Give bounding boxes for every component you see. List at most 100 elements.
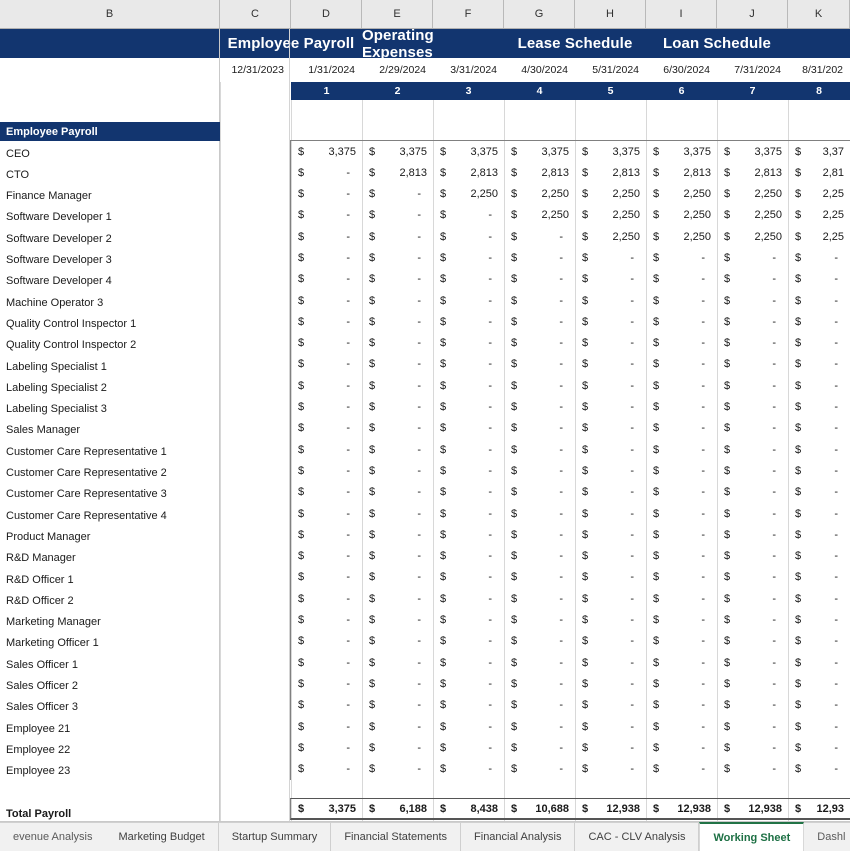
data-cell[interactable]: $ - — [363, 290, 434, 311]
data-cell[interactable]: $ - — [576, 418, 647, 439]
data-cell[interactable]: $ - — [789, 716, 850, 737]
column-header-k[interactable]: K — [788, 0, 850, 28]
data-cell[interactable]: $ - — [434, 588, 505, 609]
data-cell[interactable]: $ - — [576, 311, 647, 332]
data-cell[interactable]: $ - — [505, 333, 576, 354]
data-cell[interactable]: $ - — [434, 631, 505, 652]
column-header-d[interactable]: D — [291, 0, 362, 28]
data-cell[interactable]: $ - — [576, 652, 647, 673]
data-cell[interactable]: $ - — [292, 226, 363, 247]
data-cell[interactable]: $3,375 — [363, 141, 434, 162]
data-cell[interactable]: $ - — [292, 162, 363, 183]
data-cell[interactable]: $ - — [576, 375, 647, 396]
data-cell[interactable]: $ - — [292, 631, 363, 652]
data-cell[interactable]: $ - — [292, 567, 363, 588]
data-cell[interactable]: $ - — [505, 716, 576, 737]
data-cell[interactable]: $ - — [647, 652, 718, 673]
data-cell[interactable]: $ - — [718, 759, 789, 780]
data-cell[interactable]: $ - — [292, 546, 363, 567]
data-cell[interactable]: $ - — [576, 269, 647, 290]
data-cell[interactable]: $ - — [576, 737, 647, 758]
data-cell[interactable]: $ - — [505, 737, 576, 758]
data-cell[interactable]: $ - — [292, 354, 363, 375]
data-cell[interactable]: $2,250 — [718, 226, 789, 247]
data-cell[interactable]: $ - — [718, 673, 789, 694]
column-header-i[interactable]: I — [646, 0, 717, 28]
data-cell[interactable]: $ - — [647, 397, 718, 418]
data-cell[interactable]: $ - — [647, 503, 718, 524]
data-cell[interactable]: $12,938 — [576, 799, 647, 819]
data-cell[interactable]: $2,250 — [434, 184, 505, 205]
data-cell[interactable]: $2,250 — [576, 226, 647, 247]
data-cell[interactable]: $ - — [576, 546, 647, 567]
data-cell[interactable]: $ - — [718, 375, 789, 396]
column-header-h[interactable]: H — [575, 0, 646, 28]
data-cell[interactable]: $3,375 — [434, 141, 505, 162]
data-cell[interactable]: $ - — [363, 226, 434, 247]
sheet-tab-marketing-budget[interactable]: Marketing Budget — [106, 823, 219, 851]
data-cell[interactable]: $ - — [363, 737, 434, 758]
data-cell[interactable]: $ - — [576, 673, 647, 694]
data-cell[interactable]: $ - — [434, 652, 505, 673]
data-cell[interactable]: $ - — [576, 524, 647, 545]
data-cell[interactable]: $ - — [647, 588, 718, 609]
data-cell[interactable]: $ - — [789, 631, 850, 652]
data-cell[interactable]: $ - — [363, 482, 434, 503]
data-cell[interactable]: $2,25 — [789, 184, 850, 205]
data-cell[interactable]: $ - — [505, 759, 576, 780]
data-cell[interactable]: $ - — [647, 737, 718, 758]
sheet-tab-bar[interactable]: evenue Analysis Marketing Budget Startup S… — [0, 822, 850, 851]
data-cell[interactable]: $ - — [718, 503, 789, 524]
data-cell[interactable]: $ - — [292, 311, 363, 332]
data-cell[interactable]: $3,37 — [789, 141, 850, 162]
data-cell[interactable]: $ - — [363, 311, 434, 332]
data-cell[interactable]: $ - — [505, 354, 576, 375]
data-cell[interactable]: $ - — [292, 184, 363, 205]
data-cell[interactable]: $ - — [789, 354, 850, 375]
data-cell[interactable]: $ - — [505, 247, 576, 268]
data-cell[interactable]: $ - — [434, 567, 505, 588]
data-cell[interactable]: $ - — [789, 567, 850, 588]
data-cell[interactable]: $2,250 — [718, 184, 789, 205]
data-cell[interactable]: $ - — [434, 418, 505, 439]
data-cell[interactable]: $ - — [789, 588, 850, 609]
data-cell[interactable]: $ - — [647, 269, 718, 290]
data-cell[interactable]: $ - — [363, 503, 434, 524]
data-cell[interactable]: $2,813 — [576, 162, 647, 183]
data-cell[interactable]: $ - — [292, 333, 363, 354]
data-cell[interactable]: $ - — [576, 439, 647, 460]
data-cell[interactable]: $ - — [718, 737, 789, 758]
data-cell[interactable]: $ - — [363, 652, 434, 673]
sheet-tab-evenue-analysis[interactable]: evenue Analysis — [0, 823, 106, 851]
data-cell[interactable]: $ - — [292, 503, 363, 524]
data-cell[interactable]: $2,250 — [718, 205, 789, 226]
data-cell[interactable]: $ - — [718, 524, 789, 545]
data-cell[interactable]: $ - — [363, 546, 434, 567]
data-cell[interactable]: $ - — [292, 397, 363, 418]
data-cell[interactable]: $2,25 — [789, 205, 850, 226]
data-cell[interactable]: $ - — [576, 716, 647, 737]
data-cell[interactable]: $ - — [363, 397, 434, 418]
data-cell[interactable]: $ - — [718, 311, 789, 332]
data-cell[interactable]: $ - — [718, 567, 789, 588]
data-cell[interactable]: $ - — [576, 610, 647, 631]
data-cell[interactable]: $ - — [505, 269, 576, 290]
data-cell[interactable]: $ - — [292, 290, 363, 311]
data-cell[interactable]: $ - — [363, 673, 434, 694]
data-cell[interactable]: $ - — [505, 460, 576, 481]
data-cell[interactable]: $ - — [505, 482, 576, 503]
data-cell[interactable]: $3,375 — [505, 141, 576, 162]
data-cell[interactable]: $ - — [647, 673, 718, 694]
data-cell[interactable]: $ - — [789, 546, 850, 567]
data-cell[interactable]: $ - — [647, 290, 718, 311]
data-cell[interactable]: $ - — [789, 695, 850, 716]
sheet-tab-working-sheet[interactable]: Working Sheet — [699, 822, 805, 851]
data-cell[interactable]: $ - — [647, 695, 718, 716]
data-cell[interactable]: $ - — [363, 588, 434, 609]
data-cell[interactable]: $ - — [576, 397, 647, 418]
data-cell[interactable]: $ - — [434, 290, 505, 311]
data-cell[interactable]: $ - — [647, 333, 718, 354]
data-cell[interactable]: $ - — [434, 354, 505, 375]
data-cell[interactable]: $ - — [434, 759, 505, 780]
data-cell[interactable]: $ - — [789, 652, 850, 673]
